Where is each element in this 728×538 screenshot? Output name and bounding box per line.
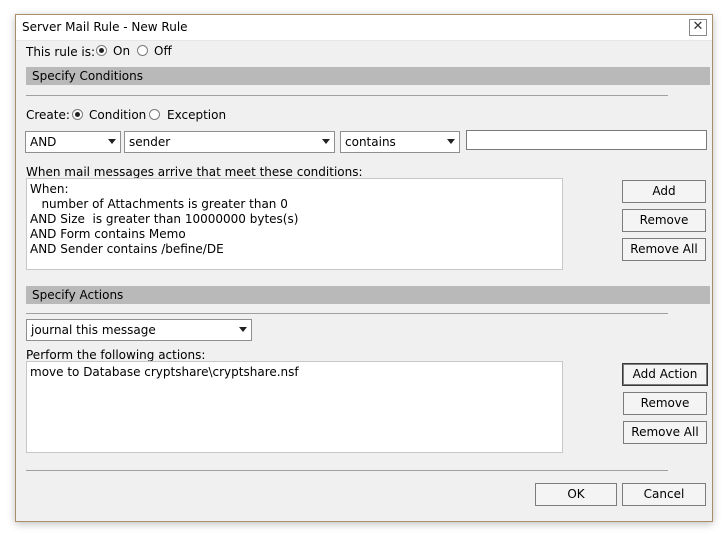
condition-value-input[interactable]	[466, 130, 707, 150]
chevron-down-icon	[239, 327, 247, 332]
logic-select-value: AND	[30, 135, 57, 149]
list-item[interactable]: move to Database cryptshare\cryptshare.n…	[30, 365, 559, 380]
field-select-value: sender	[129, 135, 171, 149]
rule-off-radio[interactable]	[137, 45, 148, 56]
chevron-down-icon	[447, 139, 455, 144]
list-item[interactable]: AND Form contains Memo	[30, 227, 559, 242]
logic-select[interactable]: AND	[25, 131, 121, 153]
chevron-down-icon	[108, 139, 116, 144]
rule-on-label: On	[113, 44, 131, 58]
actions-list[interactable]: move to Database cryptshare\cryptshare.n…	[26, 361, 563, 453]
chevron-down-icon	[322, 139, 330, 144]
add-action-button[interactable]: Add Action	[622, 363, 708, 386]
ok-button[interactable]: OK	[535, 483, 617, 506]
operator-select-value: contains	[345, 135, 396, 149]
dialog-title: Server Mail Rule - New Rule	[22, 20, 188, 34]
close-icon: ✕	[692, 19, 704, 34]
footer-divider	[26, 470, 668, 471]
remove-condition-button[interactable]: Remove	[622, 209, 706, 232]
list-item[interactable]: When:	[30, 182, 559, 197]
server-mail-rule-dialog: Server Mail Rule - New Rule ✕ This rule …	[15, 14, 713, 522]
action-select-value: journal this message	[31, 323, 156, 337]
remove-all-conditions-button[interactable]: Remove All	[622, 238, 706, 261]
condition-label: Condition	[89, 108, 147, 122]
exception-radio[interactable]	[149, 109, 160, 120]
conditions-section-header: Specify Conditions	[26, 67, 710, 85]
conditions-divider	[26, 95, 668, 96]
rule-state-label: This rule is:	[26, 45, 96, 59]
field-select[interactable]: sender	[124, 131, 335, 153]
list-item[interactable]: number of Attachments is greater than 0	[30, 197, 559, 212]
exception-label: Exception	[167, 108, 227, 122]
operator-select[interactable]: contains	[340, 131, 460, 153]
conditions-list[interactable]: When: number of Attachments is greater t…	[26, 178, 563, 270]
list-item[interactable]: AND Size is greater than 10000000 bytes(…	[30, 212, 559, 227]
rule-on-radio[interactable]	[96, 45, 107, 56]
close-button[interactable]: ✕	[689, 19, 707, 36]
condition-radio[interactable]	[72, 109, 83, 120]
cancel-button[interactable]: Cancel	[622, 483, 706, 506]
actions-section-header: Specify Actions	[26, 286, 710, 304]
add-condition-button[interactable]: Add	[622, 180, 706, 203]
remove-action-button[interactable]: Remove	[623, 392, 707, 415]
actions-divider	[26, 313, 668, 314]
rule-off-label: Off	[154, 44, 172, 58]
list-item[interactable]: AND Sender contains /befine/DE	[30, 242, 559, 257]
remove-all-actions-button[interactable]: Remove All	[623, 421, 707, 444]
title-bar: Server Mail Rule - New Rule ✕	[16, 15, 712, 41]
action-select[interactable]: journal this message	[26, 319, 252, 341]
actions-list-label: Perform the following actions:	[26, 348, 206, 362]
conditions-list-label: When mail messages arrive that meet thes…	[26, 165, 363, 179]
create-label: Create:	[26, 108, 70, 122]
